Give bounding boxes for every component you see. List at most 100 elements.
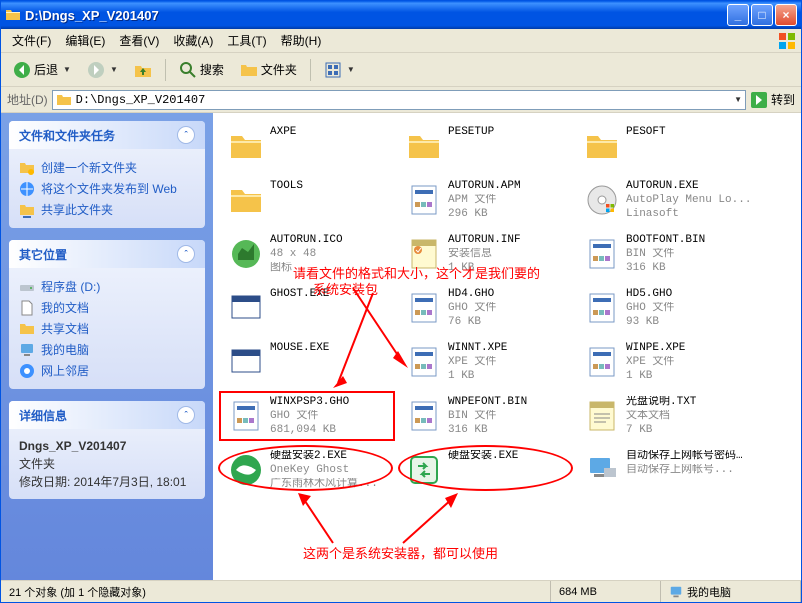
folder-icon xyxy=(226,126,266,166)
status-location: 我的电脑 xyxy=(661,581,801,602)
up-button[interactable] xyxy=(128,57,158,83)
chevron-down-icon: ▼ xyxy=(110,65,118,74)
file-meta: GHO 文件 xyxy=(270,410,396,424)
go-icon xyxy=(750,91,768,109)
menu-edit[interactable]: 编辑(E) xyxy=(58,29,112,52)
file-item[interactable]: HD4.GHOGHO 文件76 KB xyxy=(401,285,577,337)
file-name: 硬盘安装2.EXE xyxy=(270,450,396,464)
file-item[interactable]: PESETUP xyxy=(401,123,577,175)
chevron-up-icon: ˆ xyxy=(177,126,195,144)
address-input-container: ▼ xyxy=(52,90,746,110)
file-meta: 316 KB xyxy=(448,424,574,438)
file-item[interactable]: WINXPSP3.GHOGHO 文件681,094 KB xyxy=(223,393,399,445)
file-item[interactable]: AUTORUN.APMAPM 文件296 KB xyxy=(401,177,577,229)
computer-icon xyxy=(19,342,35,358)
address-input[interactable] xyxy=(76,93,728,107)
file-pane[interactable]: AXPE PESETUP PESOFT TOOLS AUTORUN.APMAPM 文件2… xyxy=(213,113,801,580)
file-item[interactable]: MOUSE.EXE xyxy=(223,339,399,391)
file-item[interactable]: HD5.GHOGHO 文件93 KB xyxy=(579,285,755,337)
file-info: HD5.GHOGHO 文件93 KB xyxy=(626,288,752,329)
file-info: TOOLS xyxy=(270,180,396,194)
publish-link[interactable]: 将这个文件夹发布到 Web xyxy=(19,178,195,199)
file-name: BOOTFONT.BIN xyxy=(626,234,752,248)
places-header[interactable]: 其它位置 ˆ xyxy=(9,240,205,268)
window-title: D:\Dngs_XP_V201407 xyxy=(25,8,727,23)
file-meta: BIN 文件 xyxy=(448,410,574,424)
file-name: HD5.GHO xyxy=(626,288,752,302)
details-header[interactable]: 详细信息 ˆ xyxy=(9,401,205,429)
forward-button[interactable]: ▼ xyxy=(81,57,124,83)
file-item[interactable]: AUTORUN.EXEAutoPlay Menu Lo...Linasoft xyxy=(579,177,755,229)
file-item[interactable]: AUTORUN.ICO48 x 48图标 xyxy=(223,231,399,283)
file-meta: APM 文件 xyxy=(448,194,574,208)
mydocs-link[interactable]: 我的文档 xyxy=(19,297,195,318)
file-item[interactable]: TOOLS xyxy=(223,177,399,229)
new-folder-link[interactable]: 创建一个新文件夹 xyxy=(19,157,195,178)
file-info: WINXPSP3.GHOGHO 文件681,094 KB xyxy=(270,396,396,437)
file-item[interactable]: WINNT.XPEXPE 文件1 KB xyxy=(401,339,577,391)
file-item[interactable]: AUTORUN.INF安装信息1 KB xyxy=(401,231,577,283)
file-name: PESETUP xyxy=(448,126,574,140)
file-meta: GHO 文件 xyxy=(448,302,574,316)
file-item[interactable]: WINPE.XPEXPE 文件1 KB xyxy=(579,339,755,391)
file-item[interactable]: 自动保存上网帐号密码到D盘.EXE自动保存上网帐号... xyxy=(579,447,755,499)
file-name: 自动保存上网帐号密码到D盘.EXE xyxy=(626,450,752,464)
status-size: 684 MB xyxy=(551,581,661,602)
maximize-button[interactable]: □ xyxy=(751,4,773,26)
file-name: MOUSE.EXE xyxy=(270,342,396,356)
views-button[interactable]: ▼ xyxy=(318,57,361,83)
network-link[interactable]: 网上邻居 xyxy=(19,360,195,381)
file-info: GHOST.EXE xyxy=(270,288,396,302)
tasks-header[interactable]: 文件和文件夹任务 ˆ xyxy=(9,121,205,149)
menubar: 文件(F) 编辑(E) 查看(V) 收藏(A) 工具(T) 帮助(H) xyxy=(1,29,801,53)
details-title: 详细信息 xyxy=(19,407,67,424)
share-icon xyxy=(19,202,35,218)
file-meta: 安装信息 xyxy=(448,248,574,262)
mycomputer-link[interactable]: 我的电脑 xyxy=(19,339,195,360)
chevron-down-icon[interactable]: ▼ xyxy=(734,95,742,104)
file-item[interactable]: BOOTFONT.BINBIN 文件316 KB xyxy=(579,231,755,283)
go-button[interactable]: 转到 xyxy=(750,91,795,109)
back-button[interactable]: 后退 ▼ xyxy=(7,57,77,83)
file-item[interactable]: WNPEFONT.BINBIN 文件316 KB xyxy=(401,393,577,445)
file-meta: 76 KB xyxy=(448,316,574,330)
menu-file[interactable]: 文件(F) xyxy=(5,29,58,52)
menu-view[interactable]: 查看(V) xyxy=(112,29,166,52)
details-panel: 详细信息 ˆ Dngs_XP_V201407 文件夹 修改日期: 2014年7月… xyxy=(9,401,205,499)
titlebar[interactable]: D:\Dngs_XP_V201407 _ □ × xyxy=(1,1,801,29)
file-info: PESETUP xyxy=(448,126,574,140)
drive-link[interactable]: 程序盘 (D:) xyxy=(19,276,195,297)
search-button[interactable]: 搜索 xyxy=(173,57,230,83)
minimize-button[interactable]: _ xyxy=(727,4,749,26)
shareddocs-link[interactable]: 共享文档 xyxy=(19,318,195,339)
file-item[interactable]: 硬盘安装2.EXEOneKey Ghost广东雨林木风计算... xyxy=(223,447,399,499)
share-link[interactable]: 共享此文件夹 xyxy=(19,199,195,220)
file-meta: GHO 文件 xyxy=(626,302,752,316)
file-info: PESOFT xyxy=(626,126,752,140)
file-item[interactable]: AXPE xyxy=(223,123,399,175)
chevron-down-icon: ▼ xyxy=(347,65,355,74)
windows-flag-icon xyxy=(777,31,797,51)
file-info: AUTORUN.INF安装信息1 KB xyxy=(448,234,574,275)
folders-button[interactable]: 文件夹 xyxy=(234,57,303,83)
file-name: 光盘说明.TXT xyxy=(626,396,752,410)
file-item[interactable]: GHOST.EXE xyxy=(223,285,399,337)
file-item[interactable]: 硬盘安装.EXE xyxy=(401,447,577,499)
file-info: 硬盘安装2.EXEOneKey Ghost广东雨林木风计算... xyxy=(270,450,396,491)
shared-docs-icon xyxy=(19,321,35,337)
file-name: WINNT.XPE xyxy=(448,342,574,356)
file-name: AUTORUN.EXE xyxy=(626,180,752,194)
menu-tools[interactable]: 工具(T) xyxy=(220,29,273,52)
disc-icon xyxy=(582,180,622,220)
close-button[interactable]: × xyxy=(775,4,797,26)
file-info: WINPE.XPEXPE 文件1 KB xyxy=(626,342,752,383)
ico-icon xyxy=(226,234,266,274)
annotation-text-3: 这两个是系统安装器，都可以使用 xyxy=(303,543,498,562)
file-item[interactable]: PESOFT xyxy=(579,123,755,175)
doc-icon xyxy=(582,234,622,274)
statusbar: 21 个对象 (加 1 个隐藏对象) 684 MB 我的电脑 xyxy=(1,580,801,602)
file-item[interactable]: 光盘说明.TXT文本文档7 KB xyxy=(579,393,755,445)
menu-favorites[interactable]: 收藏(A) xyxy=(166,29,220,52)
menu-help[interactable]: 帮助(H) xyxy=(274,29,329,52)
file-grid: AXPE PESETUP PESOFT TOOLS AUTORUN.APMAPM 文件2… xyxy=(223,123,791,499)
